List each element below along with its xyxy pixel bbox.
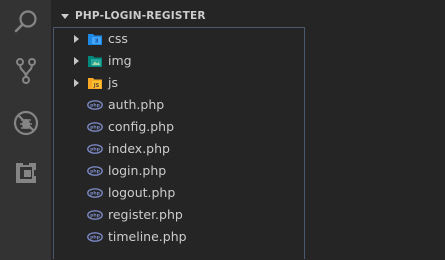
svg-text:php: php: [90, 213, 101, 219]
svg-text:php: php: [90, 147, 101, 153]
file-timeline-php[interactable]: php timeline.php: [54, 226, 304, 248]
php-file-icon: php: [87, 163, 103, 179]
activity-bar: [0, 0, 51, 260]
svg-text:php: php: [90, 125, 101, 131]
file-logout-php[interactable]: php logout.php: [54, 182, 304, 204]
activity-extensions[interactable]: [0, 153, 51, 193]
php-file-icon: php: [87, 141, 103, 157]
vscode-window: PHP-LOGIN-REGISTER 3 css img JS js php a…: [0, 0, 445, 260]
explorer-sidebar: PHP-LOGIN-REGISTER 3 css img JS js php a…: [51, 0, 308, 260]
file-label: auth.php: [108, 97, 165, 112]
project-title: PHP-LOGIN-REGISTER: [75, 10, 206, 22]
file-label: timeline.php: [108, 229, 187, 244]
file-tree: 3 css img JS js php auth.php php config.…: [53, 27, 305, 259]
activity-debug[interactable]: [0, 103, 51, 143]
chevron-right-icon: [74, 35, 79, 43]
file-label: logout.php: [108, 185, 176, 200]
image-folder-icon: [87, 53, 103, 69]
file-label: config.php: [108, 119, 175, 134]
file-login-php[interactable]: php login.php: [54, 160, 304, 182]
file-index-php[interactable]: php index.php: [54, 138, 304, 160]
file-auth-php[interactable]: php auth.php: [54, 94, 304, 116]
js-folder-icon: JS: [87, 75, 103, 91]
folder-label: js: [108, 75, 118, 90]
folder-label: css: [108, 31, 128, 46]
svg-text:JS: JS: [93, 83, 100, 89]
php-file-icon: php: [87, 185, 103, 201]
activity-search[interactable]: [0, 2, 51, 42]
css-folder-icon: 3: [87, 31, 103, 47]
file-label: index.php: [108, 141, 170, 156]
svg-text:3: 3: [95, 39, 99, 45]
extensions-icon: [13, 160, 39, 186]
svg-text:php: php: [90, 191, 101, 197]
explorer-section-header[interactable]: PHP-LOGIN-REGISTER: [51, 5, 308, 27]
debug-icon: [12, 109, 40, 137]
php-file-icon: php: [87, 229, 103, 245]
folder-css[interactable]: 3 css: [54, 28, 304, 50]
folder-label: img: [108, 53, 132, 68]
php-file-icon: php: [87, 207, 103, 223]
file-label: login.php: [108, 163, 167, 178]
folder-img[interactable]: img: [54, 50, 304, 72]
editor-area: [308, 0, 445, 260]
chevron-right-icon: [74, 57, 79, 65]
search-icon: [13, 9, 39, 35]
activity-source-control[interactable]: [0, 51, 51, 91]
file-register-php[interactable]: php register.php: [54, 204, 304, 226]
source-control-icon: [13, 57, 39, 85]
file-label: register.php: [108, 207, 183, 222]
php-file-icon: php: [87, 119, 103, 135]
php-file-icon: php: [87, 97, 103, 113]
folder-js[interactable]: JS js: [54, 72, 304, 94]
svg-text:php: php: [90, 103, 101, 109]
svg-text:php: php: [90, 169, 101, 175]
chevron-right-icon: [74, 79, 79, 87]
file-config-php[interactable]: php config.php: [54, 116, 304, 138]
chevron-down-icon: [61, 13, 69, 19]
svg-text:php: php: [90, 235, 101, 241]
